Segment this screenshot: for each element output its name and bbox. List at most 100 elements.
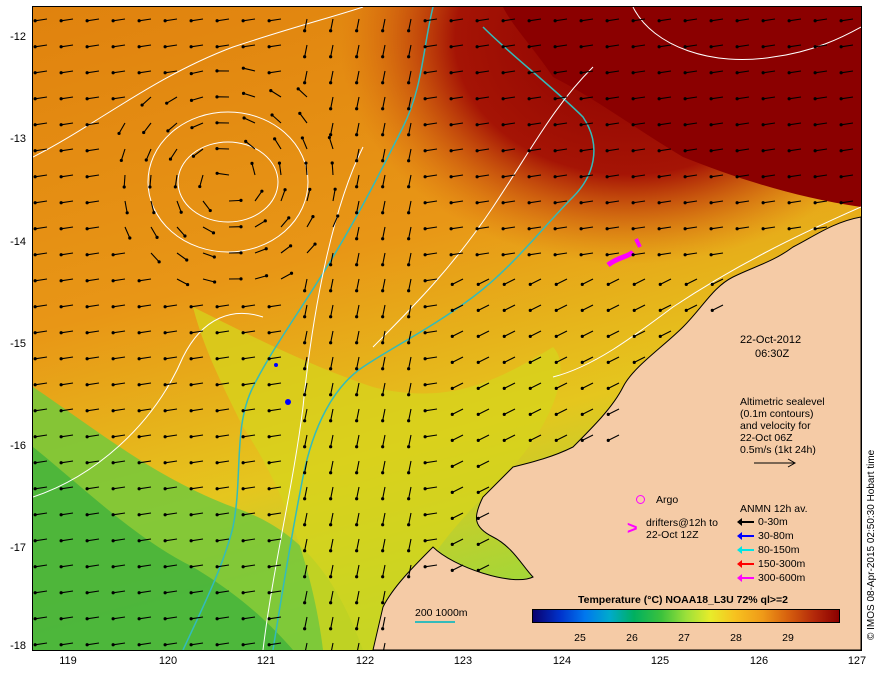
anmn-legend-label: 80-150m xyxy=(758,544,800,556)
velocity-arrow-head xyxy=(336,214,340,218)
velocity-arrow-head xyxy=(553,45,557,49)
velocity-arrow-head xyxy=(381,159,385,163)
velocity-arrow-head xyxy=(579,201,583,205)
altimetry-note-line: (0.1m contours) xyxy=(740,408,814,420)
lon-label: 123 xyxy=(453,655,473,667)
velocity-arrow-head xyxy=(423,71,427,75)
velocity-arrow-head xyxy=(381,55,385,59)
velocity-arrow-head xyxy=(33,123,37,127)
velocity-arrow-head xyxy=(527,201,531,205)
velocity-arrow-head xyxy=(59,643,63,647)
velocity-arrow-head xyxy=(59,487,63,491)
velocity-arrow-head xyxy=(267,539,271,543)
velocity-arrow-head xyxy=(329,289,333,293)
velocity-arrow-head xyxy=(59,513,63,517)
sst-map[interactable] xyxy=(32,6,862,651)
velocity-arrow-head xyxy=(241,19,245,23)
velocity-arrow-head xyxy=(632,308,636,312)
velocity-arrow-head xyxy=(190,126,194,130)
velocity-arrow-head xyxy=(189,461,193,465)
velocity-arrow-head xyxy=(189,98,194,102)
velocity-arrow-head xyxy=(450,308,454,312)
velocity-arrow-head xyxy=(269,89,273,93)
velocity-arrow-head xyxy=(215,617,219,621)
velocity-arrow-head xyxy=(501,201,505,205)
velocity-arrow-head xyxy=(111,565,115,569)
velocity-arrow-head xyxy=(329,393,333,397)
velocity-arrow-head xyxy=(119,158,123,163)
velocity-arrow-head xyxy=(59,409,63,413)
velocity-arrow-head xyxy=(709,175,713,179)
velocity-arrow-head xyxy=(839,97,843,101)
velocity-arrow-head xyxy=(423,331,427,335)
velocity-arrow-head xyxy=(215,357,219,361)
velocity-arrow-head xyxy=(423,461,427,465)
velocity-arrow-head xyxy=(215,121,219,125)
velocity-arrow-head xyxy=(333,187,337,191)
map-time: 06:30Z xyxy=(755,348,790,360)
velocity-arrow-head xyxy=(212,255,216,259)
anmn-legend-label: 300-600m xyxy=(758,572,806,584)
lon-label: 121 xyxy=(256,655,276,667)
velocity-arrow-head xyxy=(658,334,662,338)
velocity-arrow-head xyxy=(605,19,609,23)
velocity-arrow-head xyxy=(476,464,480,468)
velocity-arrow-head xyxy=(381,575,385,579)
velocity-arrow-head xyxy=(527,123,531,127)
velocity-arrow-head xyxy=(761,123,765,127)
velocity-arrow-head xyxy=(632,360,636,364)
velocity-arrow-head xyxy=(605,227,609,231)
velocity-arrow-head xyxy=(528,282,532,286)
velocity-arrow-head xyxy=(111,71,115,75)
velocity-arrow-head xyxy=(355,393,359,397)
velocity-arrow-head xyxy=(423,409,427,413)
velocity-arrow-head xyxy=(355,81,359,85)
velocity-arrow-head xyxy=(163,19,167,23)
velocity-arrow-head xyxy=(208,208,212,213)
velocity-arrow-head xyxy=(241,383,245,387)
velocity-arrow-head xyxy=(155,235,159,239)
velocity-arrow-head xyxy=(33,19,37,23)
velocity-arrow-head xyxy=(355,237,359,241)
velocity-arrow-head xyxy=(267,591,271,595)
velocity-arrow-head xyxy=(381,341,385,345)
velocity-arrow-head xyxy=(111,305,115,309)
velocity-arrow-head xyxy=(527,71,531,75)
velocity-arrow-head xyxy=(33,539,37,543)
velocity-arrow-head xyxy=(311,214,315,219)
velocity-arrow-head xyxy=(449,45,453,49)
velocity-arrow-head xyxy=(735,175,739,179)
velocity-arrow-head xyxy=(683,149,687,153)
velocity-arrow-head xyxy=(33,227,37,231)
velocity-arrow-head xyxy=(239,225,243,229)
velocity-arrow-head xyxy=(553,123,557,127)
velocity-arrow-head xyxy=(111,643,115,647)
velocity-arrow-head xyxy=(241,305,245,309)
velocity-arrow-head xyxy=(553,175,557,179)
velocity-arrow-head xyxy=(423,565,427,569)
velocity-arrow-head xyxy=(287,216,291,220)
anmn-legend-item: 0-30m xyxy=(737,516,788,528)
velocity-arrow-head xyxy=(355,497,359,501)
velocity-arrow-head xyxy=(631,253,635,257)
velocity-arrow-head xyxy=(554,282,558,286)
velocity-arrow-head xyxy=(85,123,89,127)
velocity-arrow-head xyxy=(709,45,713,49)
velocity-arrow-head xyxy=(111,357,115,361)
velocity-arrow-head xyxy=(528,412,532,416)
lon-label: 126 xyxy=(749,655,769,667)
velocity-arrow-head xyxy=(735,123,739,127)
velocity-arrow-head xyxy=(501,175,505,179)
velocity-arrow-head xyxy=(267,643,271,647)
velocity-arrow-head xyxy=(59,175,63,179)
velocity-arrow-head xyxy=(579,175,583,179)
velocity-arrow-head xyxy=(710,282,714,286)
velocity-arrow-head xyxy=(59,71,63,75)
velocity-arrow-head xyxy=(33,253,37,257)
velocity-arrow-head xyxy=(267,513,271,517)
velocity-arrow-head xyxy=(241,513,245,517)
velocity-arrow-head xyxy=(449,71,453,75)
velocity-arrow-head xyxy=(709,149,713,153)
velocity-arrow-head xyxy=(502,308,506,312)
velocity-arrow-head xyxy=(85,617,89,621)
